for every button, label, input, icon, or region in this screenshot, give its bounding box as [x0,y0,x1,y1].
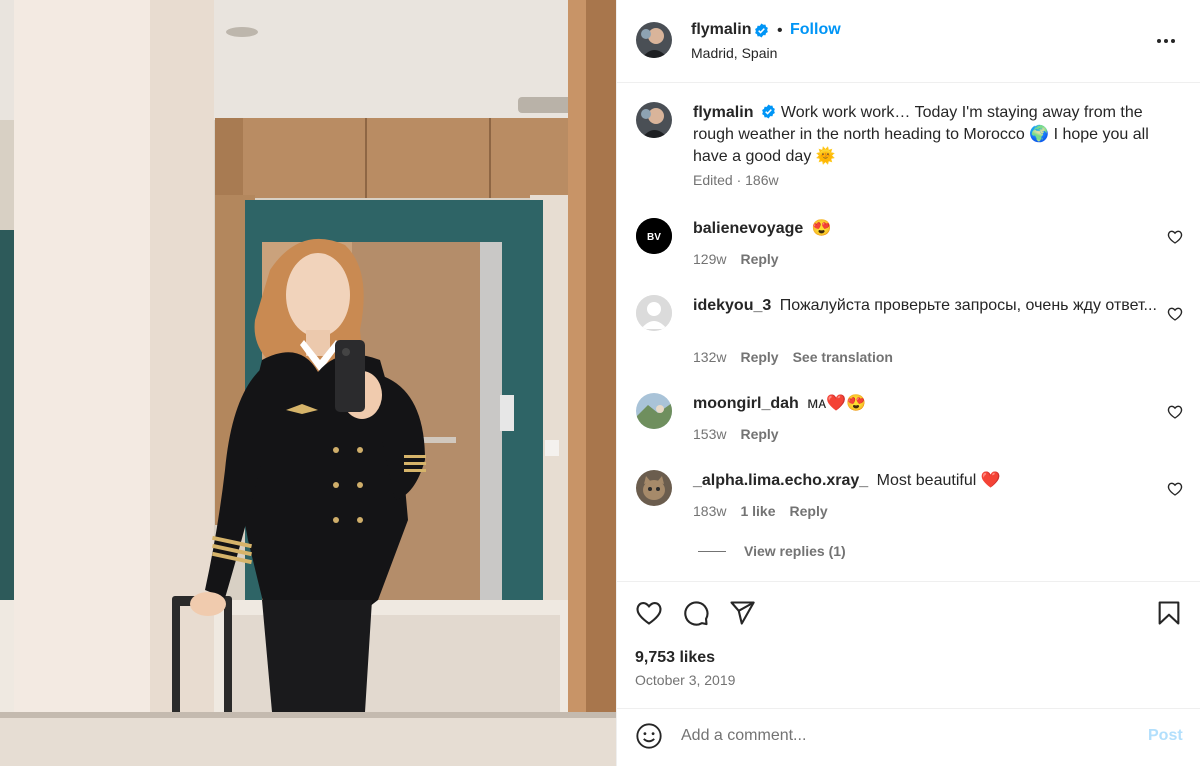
commenter-avatar[interactable]: BV [636,218,672,254]
author-avatar[interactable] [636,102,672,138]
caption-meta: Edited · 186w [693,172,779,188]
post-header: flymalin • Follow Madrid, Spain [617,0,1200,83]
comment-text-block: _alpha.lima.echo.xray_ Most beautiful ❤️ [693,470,1163,492]
comment-age: 129w [693,251,727,267]
comment-text: Пожалуйста проверьте запросы, очень жду … [779,297,1157,314]
verified-badge-icon [761,104,776,119]
heart-icon[interactable] [1167,404,1183,420]
caption-username[interactable]: flymalin [693,104,753,121]
photo-illustration [0,0,616,766]
comment-text-block: balienevoyage 😍 [693,218,1163,240]
bookmark-icon[interactable] [1155,599,1183,627]
view-replies-label: View replies (1) [744,543,846,559]
comment-username[interactable]: balienevoyage [693,220,803,237]
heart-icon[interactable] [1167,229,1183,245]
comment-text: Most beautiful ❤️ [876,472,1001,489]
add-comment-input[interactable] [681,723,1121,749]
reply-button[interactable]: Reply [740,251,778,267]
author-username[interactable]: flymalin [691,21,751,39]
post-details-panel: flymalin • Follow Madrid, Spain flymalin… [616,0,1200,766]
comments-list[interactable]: flymalin Work work work… Today I'm stayi… [617,84,1200,580]
heart-icon[interactable] [1167,306,1183,322]
replies-divider-line [698,551,726,552]
avatar-monogram: BV [647,232,661,243]
verified-badge-icon [754,23,769,38]
post-date: October 3, 2019 [635,672,736,688]
author-avatar[interactable] [636,22,672,58]
heart-icon[interactable] [635,599,663,627]
reply-button[interactable]: Reply [790,503,828,519]
comment-text: ᴍᴀ❤️😍 [807,395,867,412]
reply-button[interactable]: Reply [740,349,778,365]
commenter-avatar[interactable] [636,470,672,506]
comment-username[interactable]: _alpha.lima.echo.xray_ [693,472,868,489]
post-location[interactable]: Madrid, Spain [691,45,777,61]
reply-button[interactable]: Reply [740,426,778,442]
likes-count[interactable]: 9,753 likes [635,649,715,667]
emoji-icon[interactable] [635,722,663,750]
view-replies-button[interactable]: View replies (1) [698,543,846,559]
comment-meta: 132w Reply See translation [693,349,907,365]
comment-likes-count[interactable]: 1 like [740,503,775,519]
heart-icon[interactable] [1167,481,1183,497]
comment-icon[interactable] [682,599,710,627]
commenter-avatar[interactable] [636,393,672,429]
comment-username[interactable]: idekyou_3 [693,297,771,314]
comment-age: 132w [693,349,727,365]
post-actions: 9,753 likes October 3, 2019 [617,581,1200,708]
comment-meta: 153w Reply [693,426,793,442]
see-translation-button[interactable]: See translation [793,349,893,365]
caption-text-block: flymalin Work work work… Today I'm stayi… [693,102,1163,168]
comment-meta: 129w Reply [693,251,793,267]
follow-button[interactable]: Follow [790,21,841,39]
share-icon[interactable] [728,599,756,627]
add-comment-bar: Post [617,708,1200,766]
commenter-avatar[interactable] [636,295,672,331]
comment-username[interactable]: moongirl_dah [693,395,799,412]
more-options-icon[interactable] [1155,30,1177,52]
post-comment-button[interactable]: Post [1148,727,1183,745]
comment-text-block: idekyou_3 Пожалуйста проверьте запросы, … [693,295,1163,317]
post-photo[interactable] [0,0,616,766]
comment-text-block: moongirl_dah ᴍᴀ❤️😍 [693,393,1163,415]
comment-text: 😍 [811,220,832,237]
comment-age: 153w [693,426,727,442]
separator-dot: • [777,22,783,39]
comment-age: 183w [693,503,727,519]
comment-meta: 183w 1 like Reply [693,503,842,519]
